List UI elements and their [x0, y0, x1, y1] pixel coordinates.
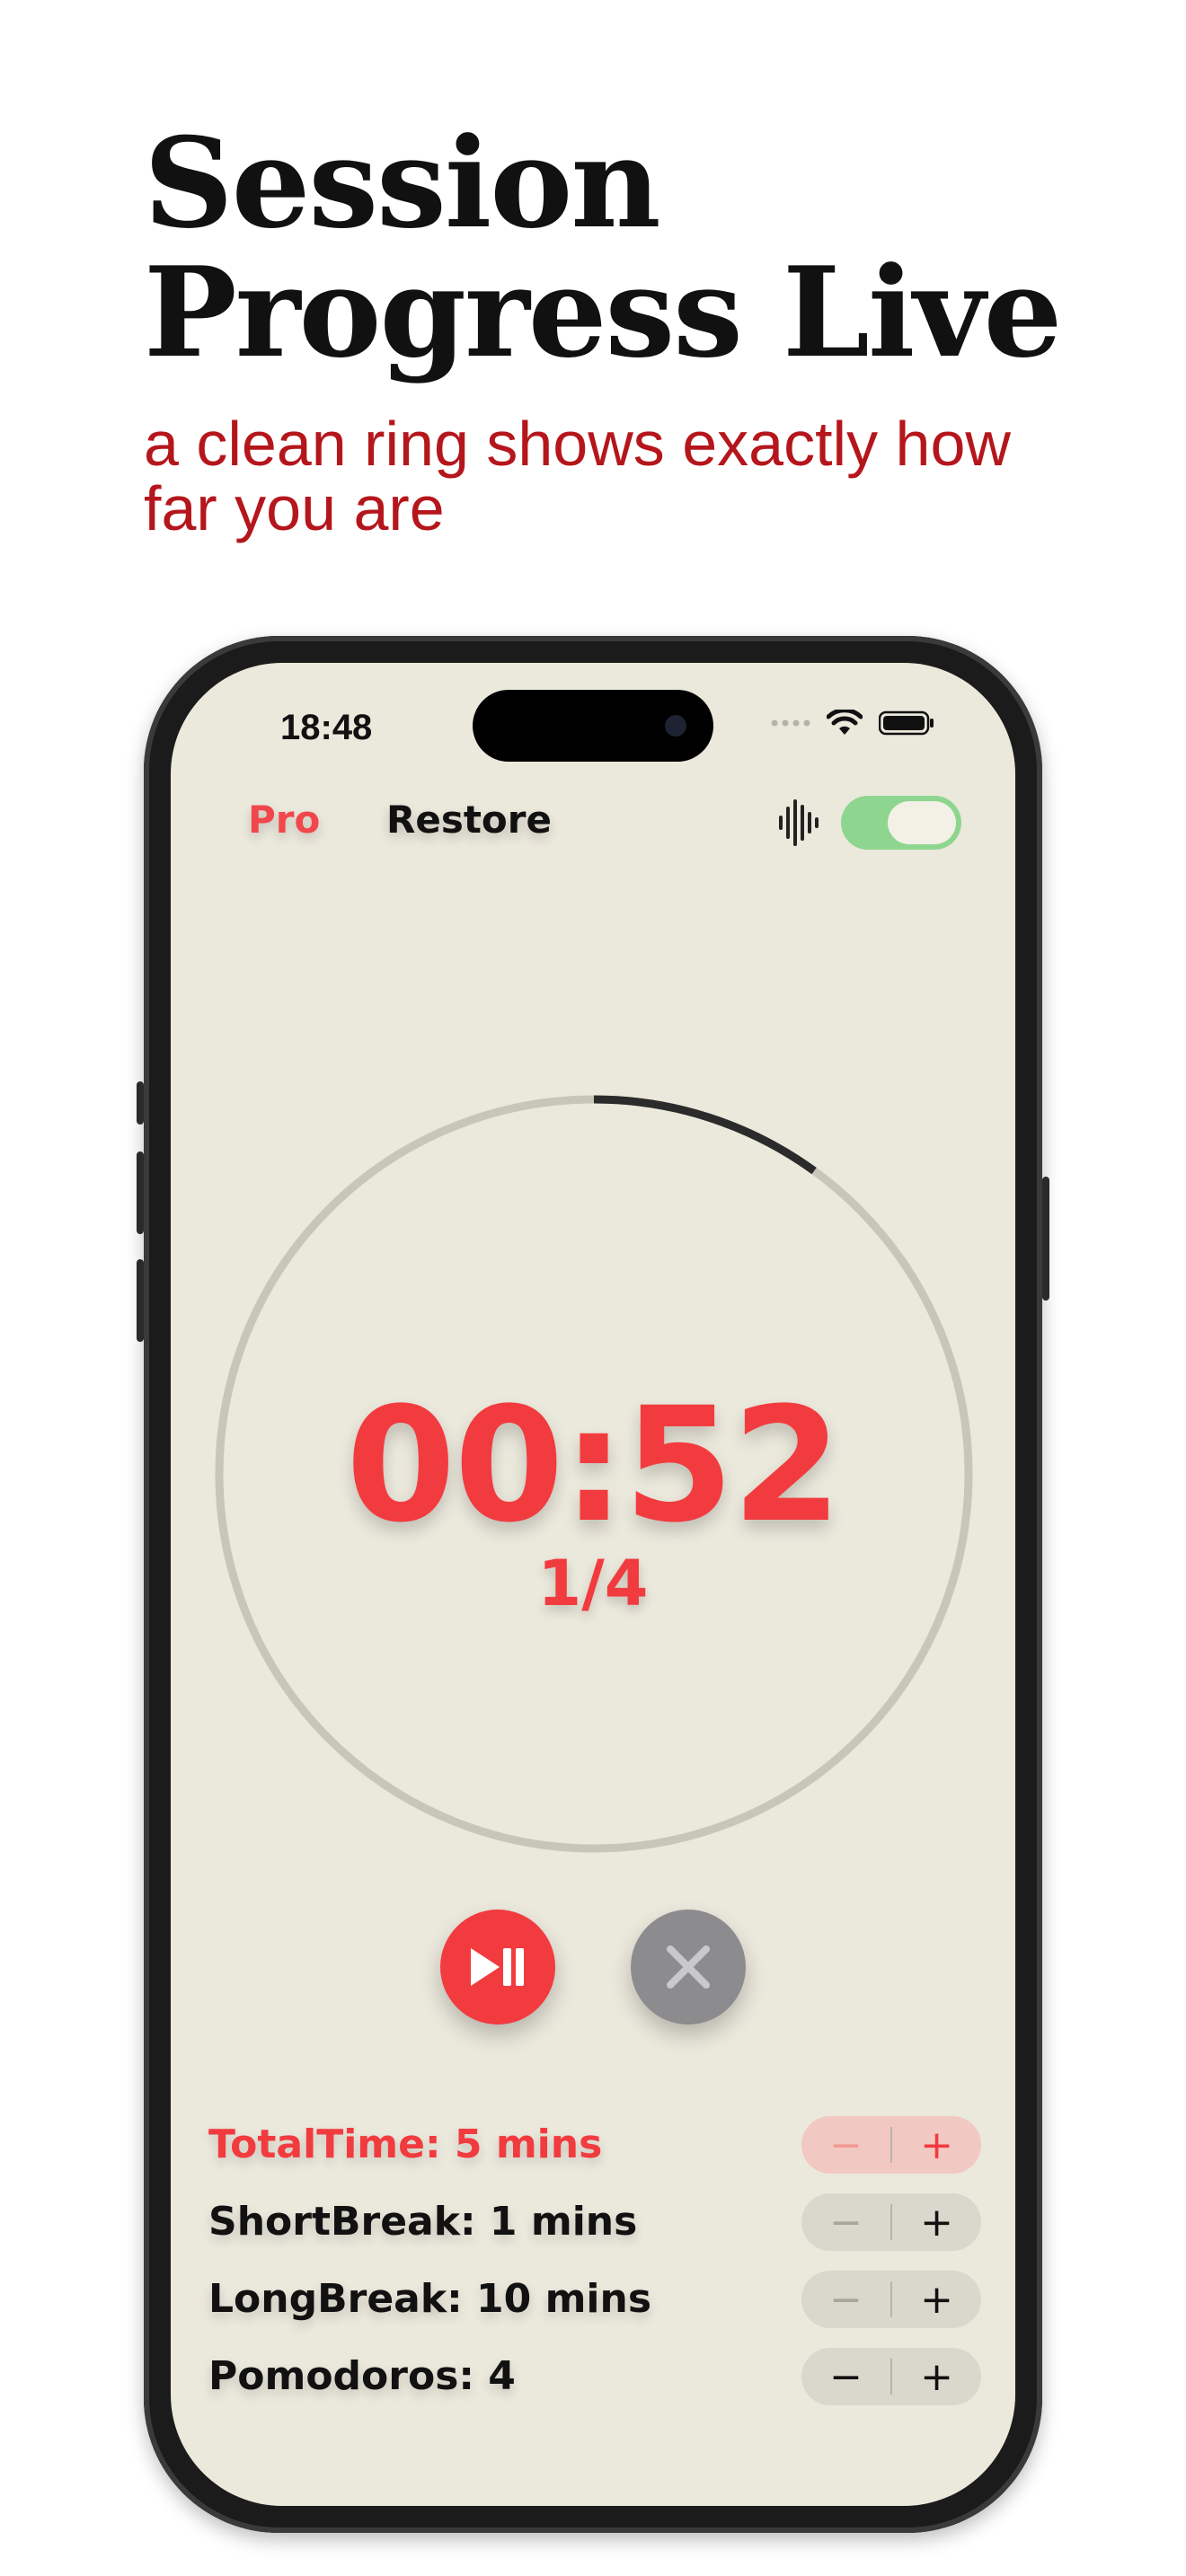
cancel-button[interactable]: [631, 1910, 746, 2025]
waveform-icon: [779, 799, 819, 846]
long-break-decrement-button[interactable]: −: [801, 2271, 890, 2328]
side-button-volume-up: [137, 1151, 144, 1234]
setting-row-total-time: TotalTime: 5 mins − +: [208, 2109, 981, 2186]
total-time-stepper: − +: [801, 2116, 981, 2174]
close-icon: [667, 1945, 710, 1989]
total-time-decrement-button[interactable]: −: [801, 2116, 890, 2174]
status-icons: [771, 710, 934, 737]
setting-label-long-break: LongBreak: 10 mins: [208, 2276, 652, 2322]
headline: Session Progress Live a clean ring shows…: [144, 119, 1096, 543]
settings-list: TotalTime: 5 mins − + ShortBreak: 1 mins…: [208, 2109, 981, 2418]
wifi-icon: [827, 710, 863, 735]
headline-title-line1: Session: [144, 110, 661, 256]
round-counter: 1/4: [537, 1547, 649, 1620]
status-time: 18:48: [280, 708, 373, 747]
long-break-increment-button[interactable]: +: [892, 2271, 981, 2328]
setting-label-total-time: TotalTime: 5 mins: [208, 2122, 603, 2167]
short-break-increment-button[interactable]: +: [892, 2193, 981, 2251]
signal-dots-icon: [771, 719, 810, 727]
phone-frame: 18:48 Pro Restore 00:52 1/4 TotalTime: 5…: [137, 636, 1049, 2533]
play-pause-icon: [471, 1948, 524, 1986]
timer-display: 00:52: [345, 1373, 842, 1557]
long-break-stepper: − +: [801, 2271, 981, 2328]
toggle-knob: [888, 801, 956, 844]
headline-title: Session Progress Live: [144, 119, 1096, 377]
side-button-volume-down: [137, 1259, 144, 1342]
setting-row-short-break: ShortBreak: 1 mins − +: [208, 2186, 981, 2263]
pomodoros-decrement-button[interactable]: −: [801, 2348, 890, 2405]
total-time-increment-button[interactable]: +: [892, 2116, 981, 2174]
side-button-power: [1042, 1177, 1049, 1301]
setting-row-long-break: LongBreak: 10 mins − +: [208, 2263, 981, 2341]
pomodoros-increment-button[interactable]: +: [892, 2348, 981, 2405]
camera-icon: [665, 715, 686, 737]
headline-subtitle: a clean ring shows exactly how far you a…: [144, 409, 1011, 543]
side-button-action: [137, 1081, 144, 1125]
setting-label-pomodoros: Pomodoros: 4: [208, 2353, 516, 2399]
dynamic-island: [473, 690, 713, 762]
setting-label-short-break: ShortBreak: 1 mins: [208, 2199, 638, 2245]
play-pause-button[interactable]: [440, 1910, 555, 2025]
pro-button[interactable]: Pro: [248, 798, 320, 842]
battery-icon: [879, 710, 934, 736]
app-screen: 18:48 Pro Restore 00:52 1/4 TotalTime: 5…: [171, 663, 1015, 2506]
restore-button[interactable]: Restore: [386, 798, 552, 842]
headline-title-line2: Progress Live: [144, 239, 1062, 385]
short-break-stepper: − +: [801, 2193, 981, 2251]
pomodoros-stepper: − +: [801, 2348, 981, 2405]
setting-row-pomodoros: Pomodoros: 4 − +: [208, 2341, 981, 2418]
sound-toggle[interactable]: [841, 796, 961, 850]
short-break-decrement-button[interactable]: −: [801, 2193, 890, 2251]
